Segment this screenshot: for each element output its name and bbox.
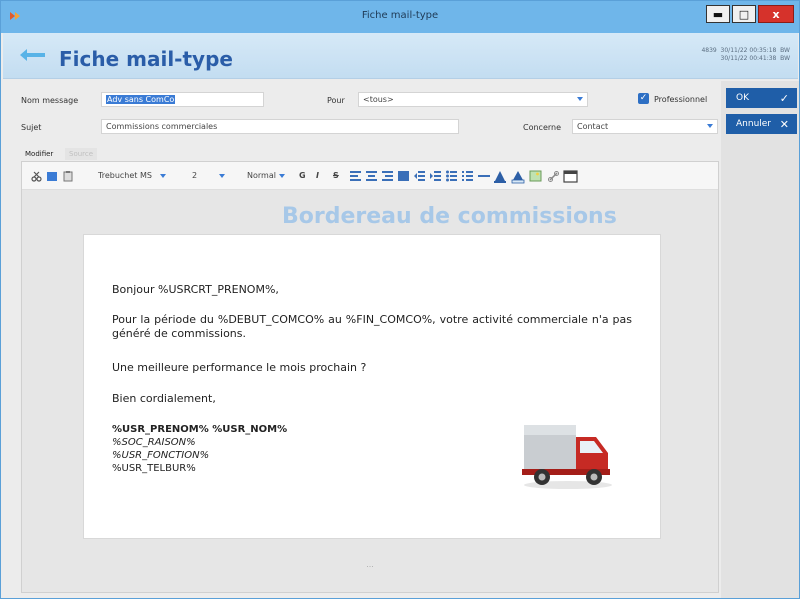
ok-button[interactable]: OK ✓ — [726, 88, 797, 108]
resize-grip[interactable]: ... — [22, 560, 718, 569]
signature-phone: %USR_TELBUR% — [112, 463, 196, 474]
document-heading: Bordereau de commissions — [282, 204, 617, 229]
image-icon — [529, 170, 542, 182]
html-editor: Trebuchet MS 2 Normal G I S Bordereau de… — [21, 161, 719, 593]
chevron-down-icon — [577, 97, 583, 101]
back-arrow-icon[interactable] — [20, 49, 45, 61]
table-icon — [563, 170, 578, 183]
page-header: Fiche mail-type 4839 30/11/22 00:35:18 B… — [3, 33, 798, 79]
bullet-list-icon — [446, 170, 457, 182]
signature-function: %USR_FONCTION% — [112, 450, 210, 461]
text-color-icon — [494, 171, 506, 183]
sujet-label: Sujet — [21, 123, 42, 132]
highlight-color-icon — [511, 171, 525, 184]
indent-icon — [430, 171, 441, 181]
pour-value: <tous> — [363, 95, 394, 104]
sujet-field[interactable]: Commissions commerciales — [101, 119, 459, 134]
ok-label: OK — [736, 93, 749, 103]
cut-icon[interactable] — [30, 170, 42, 182]
paragraph-performance: Une meilleure performance le mois procha… — [112, 361, 367, 374]
paragraph-style-value: Normal — [247, 171, 276, 180]
link-icon — [548, 171, 559, 182]
nom-message-label: Nom message — [21, 96, 79, 105]
justify-icon — [398, 171, 409, 181]
greeting-text: Bonjour %USRCRT_PRENOM%, — [112, 283, 279, 296]
concerne-label: Concerne — [523, 123, 562, 132]
professionnel-label: Professionnel — [654, 95, 708, 104]
italic-button[interactable]: I — [316, 170, 319, 182]
minimize-icon: ▬ — [712, 7, 724, 21]
cancel-x-icon: ✕ — [779, 117, 789, 131]
font-family-value: Trebuchet MS — [98, 171, 152, 180]
page-title: Fiche mail-type — [59, 47, 233, 71]
signature-company: %SOC_RAISON% — [112, 437, 196, 448]
horizontal-rule-icon — [478, 175, 490, 177]
editor-toolbar: Trebuchet MS 2 Normal G I S — [22, 162, 718, 190]
app-window: Fiche mail-type ▬ □ x Fiche mail-type 48… — [0, 0, 800, 599]
font-family-select[interactable]: Trebuchet MS — [98, 170, 166, 182]
pour-select[interactable]: <tous> — [358, 92, 588, 107]
closing-text: Bien cordialement, — [112, 392, 216, 405]
sujet-value: Commissions commerciales — [106, 122, 218, 131]
paragraph-period: Pour la période du %DEBUT_COMCO% au %FIN… — [112, 313, 632, 340]
align-left-icon — [350, 171, 361, 181]
bold-button[interactable]: G — [299, 170, 306, 182]
numbered-list-icon — [462, 171, 473, 181]
copy-icon[interactable] — [46, 170, 58, 182]
record-meta: 4839 30/11/22 00:35:18 BW 30/11/22 00:41… — [701, 47, 790, 62]
document-page[interactable]: Bonjour %USRCRT_PRENOM%, Pour la période… — [83, 234, 661, 539]
window-title: Fiche mail-type — [361, 10, 439, 21]
nom-message-value: Adv sans ComCo — [106, 95, 176, 104]
maximize-button[interactable]: □ — [732, 5, 756, 23]
paste-icon[interactable] — [62, 170, 74, 182]
paragraph-style-select[interactable]: Normal — [247, 170, 285, 182]
right-panel — [721, 81, 799, 598]
checkmark-icon: ✓ — [779, 91, 789, 105]
nom-message-field[interactable]: Adv sans ComCo — [101, 92, 264, 107]
concerne-value: Contact — [577, 122, 609, 131]
signature-block: %USR_PRENOM% %USR_NOM% %SOC_RAISON% %USR… — [112, 423, 287, 475]
chevron-down-icon — [707, 124, 713, 128]
professionnel-checkbox[interactable]: ✓ — [638, 93, 649, 104]
strikethrough-button[interactable]: S — [333, 170, 339, 182]
delivery-truck-icon — [522, 425, 612, 489]
signature-name: %USR_PRENOM% %USR_NOM% — [112, 424, 288, 435]
align-center-icon — [366, 171, 377, 181]
annuler-button[interactable]: Annuler ✕ — [726, 114, 797, 134]
concerne-select[interactable]: Contact — [572, 119, 718, 134]
title-bar: Fiche mail-type ▬ □ x — [1, 1, 799, 33]
align-right-icon — [382, 171, 393, 181]
close-button[interactable]: x — [758, 5, 794, 23]
tab-source[interactable]: Source — [65, 148, 98, 160]
maximize-icon: □ — [738, 7, 750, 21]
annuler-label: Annuler — [736, 119, 772, 129]
minimize-button[interactable]: ▬ — [706, 5, 730, 23]
pour-label: Pour — [327, 96, 345, 105]
outdent-icon — [414, 171, 425, 181]
font-size-select[interactable]: 2 — [192, 170, 226, 182]
format-icons-group — [350, 170, 578, 184]
tab-modifier[interactable]: Modifier — [21, 148, 58, 160]
close-icon: x — [772, 7, 780, 21]
font-size-value: 2 — [192, 171, 198, 180]
